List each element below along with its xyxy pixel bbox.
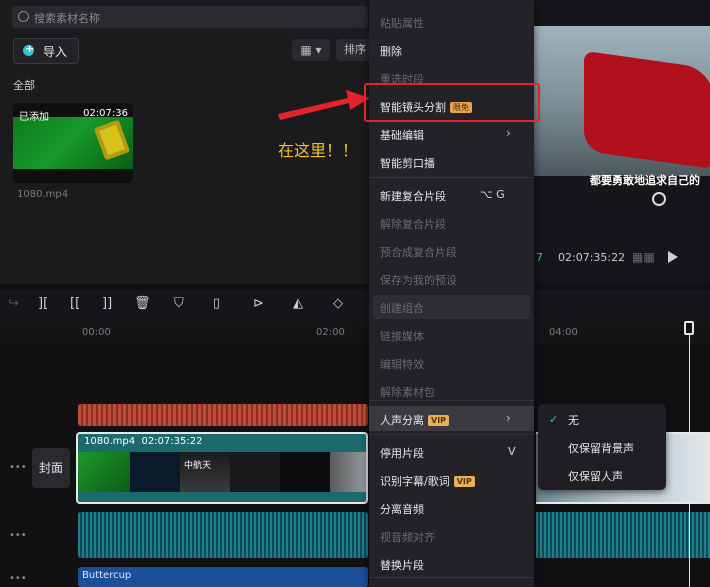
- rotate-clip-icon[interactable]: ◇: [333, 296, 343, 311]
- submenu-item-none[interactable]: 无: [568, 412, 579, 428]
- menu-item-av-align: 视音频对齐: [380, 531, 435, 544]
- menu-separator: [369, 577, 534, 578]
- main-clip-duration: 02:07:35:22: [141, 436, 203, 447]
- sort-button[interactable]: 排序: [336, 39, 370, 61]
- clip-duration: 02:07:36: [83, 108, 128, 119]
- freeze-icon[interactable]: ▯: [213, 296, 220, 311]
- more-icon[interactable]: •••: [9, 462, 27, 473]
- plus-icon: [23, 42, 34, 56]
- main-video-clip[interactable]: 1080.mp4 02:07:35:22 中航天: [76, 432, 368, 504]
- menu-item-basic-edit[interactable]: 基础编辑: [380, 127, 424, 143]
- clip-frame: 中航天: [180, 452, 230, 492]
- cover-button[interactable]: 封面: [32, 448, 70, 488]
- menu-separator: [369, 400, 534, 401]
- redo-icon[interactable]: ↪: [8, 296, 19, 311]
- filter-all[interactable]: 全部: [13, 77, 35, 93]
- check-icon: ✓: [549, 413, 559, 426]
- menu-item-create-group: 创建组合: [380, 302, 424, 315]
- import-label: 导入: [43, 45, 68, 59]
- menu-item-separate-audio[interactable]: 分离音频: [380, 501, 424, 517]
- menu-item-delete[interactable]: 删除: [380, 43, 402, 59]
- search-placeholder: 搜索素材名称: [34, 12, 100, 25]
- menu-item-edit-effects: 编辑特效: [380, 358, 424, 371]
- audio-waveform-tail[interactable]: [536, 512, 710, 558]
- ruler-tick: 00:00: [82, 327, 111, 338]
- search-input[interactable]: 搜索素材名称: [12, 6, 368, 28]
- ruler-tick: 04:00: [549, 327, 578, 338]
- clip-frame: [280, 452, 330, 492]
- menu-item-label: 人声分离: [380, 414, 424, 427]
- video-frame: [534, 26, 710, 176]
- main-clip-header: 1080.mp4 02:07:35:22: [84, 436, 202, 447]
- total-time: 02:07:35:22: [558, 251, 626, 264]
- video-subtitle: 都要勇敢地追求自己的: [590, 174, 700, 187]
- split-left-icon[interactable]: [[: [70, 296, 80, 311]
- audio-track-clip[interactable]: [78, 404, 368, 426]
- menu-item-replace-clip[interactable]: 替换片段: [380, 557, 424, 573]
- split-right-icon[interactable]: ]]: [102, 296, 112, 311]
- view-mode-button[interactable]: ▦ ▾: [292, 39, 330, 61]
- menu-item-link-media: 链接媒体: [380, 330, 424, 343]
- clip-frame: [230, 452, 280, 492]
- delete-icon[interactable]: 🗑: [134, 296, 151, 311]
- chevron-right-icon: ›: [506, 126, 511, 140]
- play-icon[interactable]: [668, 251, 678, 263]
- clip-frame: [330, 452, 366, 492]
- vip-badge: VIP: [428, 415, 450, 426]
- menu-item-paste-attributes: 粘贴属性: [380, 17, 424, 30]
- main-clip-name: 1080.mp4: [84, 436, 136, 447]
- menu-item-new-compound[interactable]: 新建复合片段: [380, 188, 446, 204]
- menu-item-recognize-subtitles[interactable]: 识别字幕/歌词 VIP: [380, 473, 475, 489]
- ruler-tick: 02:00: [316, 327, 345, 338]
- clip-name: 1080.mp4: [17, 189, 69, 200]
- menu-item-unpack-material: 解除素材包: [380, 386, 435, 399]
- reverse-icon[interactable]: ⊳: [253, 296, 264, 311]
- menu-item-ungroup-compound: 解除复合片段: [380, 218, 446, 231]
- music-label: Buttercup: [82, 570, 132, 581]
- annotation-text: 在这里！！: [278, 141, 359, 160]
- marker-icon[interactable]: ⛉: [174, 296, 184, 311]
- import-button[interactable]: 导入: [13, 38, 79, 64]
- music-clip[interactable]: Buttercup: [78, 567, 368, 587]
- shortcut-label: ⌥ G: [480, 188, 505, 201]
- added-badge: 已添加: [19, 112, 49, 123]
- highlight-box: [364, 83, 540, 122]
- vip-badge: VIP: [453, 476, 475, 487]
- search-icon: [18, 11, 29, 22]
- menu-item-label: 识别字幕/歌词: [380, 475, 450, 488]
- menu-separator: [369, 434, 534, 435]
- more-icon[interactable]: •••: [9, 530, 27, 541]
- playhead-handle[interactable]: [684, 321, 694, 335]
- submenu-item-keep-vocals[interactable]: 仅保留人声: [568, 468, 623, 484]
- split-icon[interactable]: ][: [38, 296, 48, 311]
- audio-waveform[interactable]: [78, 512, 368, 558]
- menu-item-disable-clip[interactable]: 停用片段: [380, 445, 424, 461]
- current-time: 7: [536, 251, 543, 264]
- menu-item-vocal-separation[interactable]: 人声分离 VIP: [380, 412, 450, 428]
- flag-image: [584, 50, 710, 170]
- ratio-icon[interactable]: ▦▦: [632, 250, 655, 264]
- menu-item-precompose: 预合成复合片段: [380, 246, 457, 259]
- submenu-item-keep-background[interactable]: 仅保留背景声: [568, 440, 634, 456]
- clip-frame: [130, 452, 180, 492]
- menu-separator: [369, 177, 534, 178]
- menu-item-smart-talk-cut[interactable]: 智能剪口播: [380, 155, 435, 171]
- clip-frame: [78, 452, 130, 492]
- mirror-icon[interactable]: ◭: [293, 296, 303, 311]
- menu-item-save-preset: 保存为我的预设: [380, 274, 457, 287]
- media-clip-card[interactable]: 已添加 02:07:36: [13, 103, 133, 183]
- more-icon[interactable]: •••: [9, 573, 27, 584]
- red-arrow-icon: [278, 90, 370, 120]
